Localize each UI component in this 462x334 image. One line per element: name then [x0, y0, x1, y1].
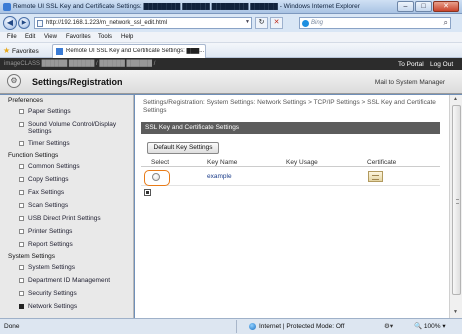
menu-favorites[interactable]: Favorites: [66, 34, 91, 40]
sidebar: Preferences Paper Settings Sound Volume …: [0, 95, 134, 318]
breadcrumb: Settings/Registration: System Settings: …: [143, 99, 436, 114]
refresh-icon[interactable]: ↻: [255, 17, 268, 29]
status-bar: Done Internet | Protected Mode: Off ⚙▾ 🔍…: [0, 318, 462, 334]
main-content: Settings/Registration: System Settings: …: [135, 95, 449, 318]
section-header: SSL Key and Certificate Settings: [141, 122, 440, 134]
log-out-link[interactable]: Log Out: [430, 61, 453, 68]
globe-icon: [249, 323, 256, 330]
default-key-settings-button[interactable]: Default Key Settings: [147, 142, 219, 154]
sidebar-item-network-settings[interactable]: Network Settings: [0, 300, 133, 313]
close-button[interactable]: ✕: [433, 1, 459, 12]
sidebar-item-paper-settings[interactable]: Paper Settings: [0, 105, 133, 118]
sidebar-item-scan-settings[interactable]: Scan Settings: [0, 199, 133, 212]
sidebar-item-sound-volume[interactable]: Sound Volume Control/Display Settings: [0, 118, 133, 137]
back-button[interactable]: ◀: [3, 16, 17, 30]
menu-bar: File Edit View Favorites Tools Help: [0, 32, 462, 43]
menu-tools[interactable]: Tools: [98, 34, 112, 40]
protected-mode-icon[interactable]: ⚙▾: [384, 322, 393, 330]
table-row: example: [141, 168, 440, 186]
tab-page-icon: [56, 48, 63, 55]
window-titlebar: Remote UI SSL Key and Certificate Settin…: [0, 0, 462, 14]
page-top-icon[interactable]: [144, 189, 151, 196]
stop-icon[interactable]: ✕: [270, 17, 283, 29]
sidebar-item-system-settings[interactable]: System Settings: [0, 261, 133, 274]
sidebar-item-timer-settings[interactable]: Timer Settings: [0, 137, 133, 150]
tab-title: Remote UI SSL Key and Certificate Settin…: [66, 48, 204, 54]
sidebar-item-report-settings[interactable]: Report Settings: [0, 238, 133, 251]
menu-view[interactable]: View: [44, 34, 57, 40]
sidebar-item-fax-settings[interactable]: Fax Settings: [0, 186, 133, 199]
to-portal-link[interactable]: To Portal: [398, 61, 424, 68]
zoom-value: 100%: [423, 323, 441, 330]
page-title: Settings/Registration: [32, 77, 123, 87]
column-key-usage: Key Usage: [286, 159, 318, 166]
sidebar-item-security-settings[interactable]: Security Settings: [0, 287, 133, 300]
mail-to-system-manager-link[interactable]: Mail to System Manager: [375, 79, 445, 86]
bing-icon: [302, 20, 309, 27]
scroll-up-icon[interactable]: ▲: [453, 96, 458, 102]
search-placeholder: Bing: [311, 20, 324, 26]
device-bar: imageCLASS ██████ ██████ / ██████ ██████…: [0, 58, 462, 70]
sidebar-item-usb-direct-print[interactable]: USB Direct Print Settings: [0, 212, 133, 225]
certificate-icon[interactable]: [368, 171, 383, 182]
menu-file[interactable]: File: [7, 34, 17, 40]
maximize-button[interactable]: □: [415, 1, 432, 12]
sidebar-item-department-id[interactable]: Department ID Management: [0, 274, 133, 287]
minimize-button[interactable]: –: [397, 1, 414, 12]
url-dropdown-icon[interactable]: ▼: [245, 19, 250, 25]
page-icon: [37, 20, 43, 27]
scroll-down-icon[interactable]: ▼: [453, 309, 458, 315]
search-icon[interactable]: ⌕: [444, 18, 448, 28]
status-text: Done: [4, 323, 20, 330]
page-header: ⚙ Settings/Registration Mail to System M…: [0, 70, 462, 94]
sidebar-item-printer-settings[interactable]: Printer Settings: [0, 225, 133, 238]
select-radio[interactable]: [152, 173, 160, 181]
zoom-level[interactable]: 🔍 100% ▾: [414, 322, 446, 330]
scroll-grip-icon: [456, 199, 459, 204]
zone-text: Internet | Protected Mode: Off: [259, 323, 345, 330]
settings-logo-icon: ⚙: [7, 74, 21, 88]
column-key-name: Key Name: [207, 159, 238, 166]
key-name-link[interactable]: example: [207, 173, 232, 180]
column-select: Select: [151, 159, 170, 166]
sidebar-section-preferences: Preferences: [8, 97, 44, 104]
star-icon: ★: [3, 46, 11, 55]
column-certificate: Certificate: [367, 159, 397, 166]
favorites-label: Favorites: [11, 48, 39, 55]
search-input[interactable]: Bing ⌕: [299, 17, 451, 29]
sidebar-item-copy-settings[interactable]: Copy Settings: [0, 173, 133, 186]
vertical-scrollbar[interactable]: ▲ ▼: [449, 95, 462, 318]
device-model: imageCLASS ██████ ██████ / ██████ ██████…: [4, 61, 156, 67]
window-title: Remote UI SSL Key and Certificate Settin…: [13, 3, 360, 10]
browser-tab[interactable]: Remote UI SSL Key and Certificate Settin…: [52, 44, 206, 58]
security-zone[interactable]: Internet | Protected Mode: Off: [236, 320, 380, 333]
favorites-button[interactable]: ★ Favorites: [3, 46, 39, 55]
favorites-bar: ★ Favorites Remote UI SSL Key and Certif…: [0, 43, 462, 58]
sidebar-section-system-settings: System Settings: [8, 253, 55, 260]
url-field[interactable]: http://192.168.1.223/m_network_ssl_edit.…: [34, 17, 252, 29]
url-text: http://192.168.1.223/m_network_ssl_edit.…: [46, 20, 168, 26]
forward-button[interactable]: ▶: [18, 17, 30, 29]
address-bar: ◀ ▶ http://192.168.1.223/m_network_ssl_e…: [0, 14, 462, 32]
sidebar-section-function-settings: Function Settings: [8, 152, 59, 159]
table-header: Select Key Name Key Usage Certificate: [141, 157, 440, 167]
ie-icon: [3, 3, 11, 11]
sidebar-item-common-settings[interactable]: Common Settings: [0, 160, 133, 173]
menu-edit[interactable]: Edit: [25, 34, 35, 40]
scroll-thumb[interactable]: [452, 105, 461, 295]
menu-help[interactable]: Help: [121, 34, 133, 40]
